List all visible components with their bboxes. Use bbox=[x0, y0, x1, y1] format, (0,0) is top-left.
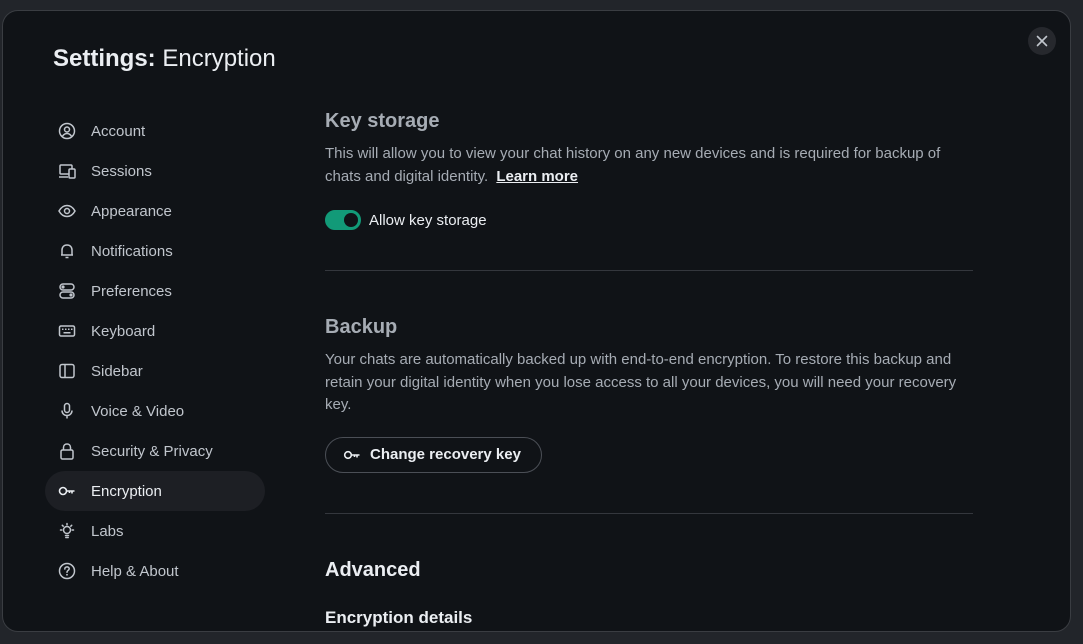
allow-key-storage-row: Allow key storage bbox=[325, 210, 973, 230]
sidebar-item-sidebar[interactable]: Sidebar bbox=[45, 351, 265, 391]
sidebar-item-help-about[interactable]: Help & About bbox=[45, 551, 265, 591]
backup-section: Backup Your chats are automatically back… bbox=[325, 313, 973, 473]
sidebar-item-label: Encryption bbox=[91, 482, 162, 500]
lightbulb-icon bbox=[57, 521, 77, 541]
dialog-title: Settings: Encryption bbox=[53, 43, 276, 75]
sidebar-item-label: Keyboard bbox=[91, 322, 156, 340]
sidebar-item-account[interactable]: Account bbox=[45, 111, 265, 151]
sidebar-item-label: Sessions bbox=[91, 162, 152, 180]
close-button[interactable] bbox=[1028, 27, 1056, 55]
sidebar-item-keyboard[interactable]: Keyboard bbox=[45, 311, 265, 351]
sidebar-item-voice-video[interactable]: Voice & Video bbox=[45, 391, 265, 431]
sidebar-item-label: Account bbox=[91, 122, 146, 140]
change-recovery-key-label: Change recovery key bbox=[370, 446, 521, 463]
allow-key-storage-label: Allow key storage bbox=[369, 211, 487, 229]
user-circle-icon bbox=[57, 121, 77, 141]
lock-icon bbox=[57, 441, 77, 461]
sidebar-item-security-privacy[interactable]: Security & Privacy bbox=[45, 431, 265, 471]
advanced-heading: Advanced bbox=[325, 558, 421, 581]
sidebar-item-label: Help & About bbox=[91, 562, 179, 580]
sidebar-item-label: Preferences bbox=[91, 282, 172, 300]
key-icon bbox=[57, 481, 77, 501]
backup-description: Your chats are automatically backed up w… bbox=[325, 351, 957, 413]
toggle-knob bbox=[344, 213, 358, 227]
sidebar-item-label: Voice & Video bbox=[91, 402, 185, 420]
allow-key-storage-toggle[interactable] bbox=[325, 210, 361, 230]
sidebar-item-preferences[interactable]: Preferences bbox=[45, 271, 265, 311]
key-storage-description: This will allow you to view your chat hi… bbox=[325, 143, 973, 188]
help-circle-icon bbox=[57, 561, 77, 581]
section-divider bbox=[325, 512, 973, 514]
key-storage-description-text: This will allow you to view your chat hi… bbox=[325, 145, 941, 185]
settings-dialog: Settings: Encryption Account Sessions Ap… bbox=[2, 10, 1071, 632]
sidebar-icon bbox=[57, 361, 77, 381]
settings-content: Key storage This will allow you to view … bbox=[325, 107, 973, 630]
sidebar-item-label: Sidebar bbox=[91, 362, 143, 380]
advanced-section: Advanced Encryption details bbox=[325, 556, 973, 630]
sidebar-item-encryption[interactable]: Encryption bbox=[45, 471, 265, 511]
key-storage-heading: Key storage bbox=[325, 110, 440, 132]
sidebar-item-label: Labs bbox=[91, 522, 124, 540]
backup-heading: Backup bbox=[325, 316, 398, 338]
title-section: Encryption bbox=[162, 45, 276, 72]
sidebar-item-appearance[interactable]: Appearance bbox=[45, 191, 265, 231]
learn-more-link[interactable]: Learn more bbox=[496, 168, 578, 185]
devices-icon bbox=[57, 161, 77, 181]
keyboard-icon bbox=[57, 321, 77, 341]
title-prefix: Settings: bbox=[53, 45, 156, 72]
microphone-icon bbox=[57, 401, 77, 421]
encryption-details-heading: Encryption details bbox=[325, 607, 473, 627]
sidebar-item-label: Security & Privacy bbox=[91, 442, 213, 460]
sidebar-item-label: Notifications bbox=[91, 242, 173, 260]
sidebar-item-notifications[interactable]: Notifications bbox=[45, 231, 265, 271]
toggles-icon bbox=[57, 281, 77, 301]
close-icon bbox=[1036, 35, 1048, 47]
key-icon bbox=[342, 445, 362, 465]
section-divider bbox=[325, 270, 973, 271]
change-recovery-key-button[interactable]: Change recovery key bbox=[325, 436, 542, 473]
eye-icon bbox=[57, 201, 77, 221]
sidebar-item-sessions[interactable]: Sessions bbox=[45, 151, 265, 191]
bell-icon bbox=[57, 241, 77, 261]
key-storage-section: Key storage This will allow you to view … bbox=[325, 107, 973, 230]
settings-sidebar: Account Sessions Appearance Notification… bbox=[45, 111, 265, 591]
sidebar-item-labs[interactable]: Labs bbox=[45, 511, 265, 551]
sidebar-item-label: Appearance bbox=[91, 202, 172, 220]
